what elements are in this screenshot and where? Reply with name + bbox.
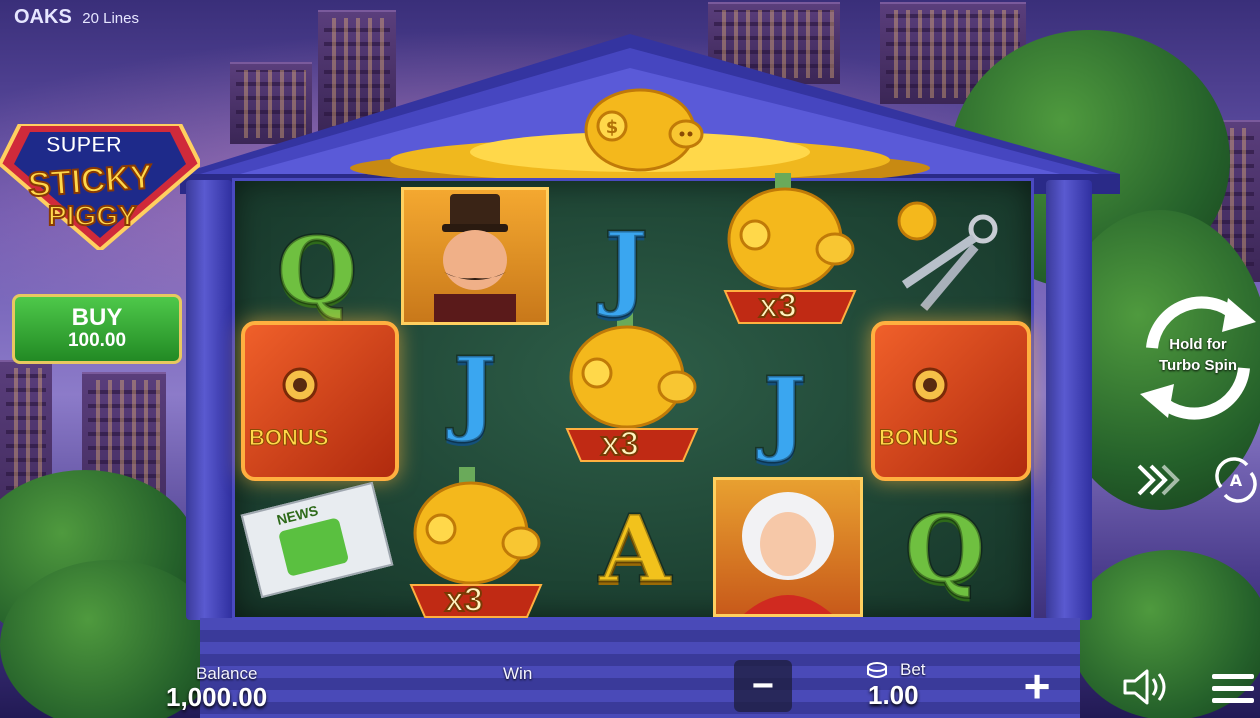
autoplay-button[interactable]: A	[1212, 456, 1260, 504]
decrease-bet-button[interactable]: −	[734, 660, 792, 712]
game-logo: SUPER STICKY PIGGY	[0, 122, 203, 253]
win-label: Win	[503, 664, 533, 683]
safe-dial-icon	[282, 367, 318, 403]
balance-label: Balance	[196, 664, 258, 683]
multiplier-label: x3	[600, 424, 640, 464]
hamburger-menu-icon	[1212, 674, 1254, 703]
symbol-letter: Q	[275, 217, 358, 325]
temple-column	[1046, 180, 1092, 620]
plus-icon: +	[1023, 660, 1051, 712]
game-stage: $ Q BONUS NEWS J x3 x3 A x3 J BONUS Q J …	[0, 0, 1260, 718]
bonus-safe-symbol: BONUS	[241, 321, 399, 481]
sound-button[interactable]	[1120, 664, 1172, 710]
increase-bet-button[interactable]: +	[1012, 660, 1062, 712]
brand-name: OAKS	[14, 6, 72, 28]
autoplay-icon: A	[1215, 457, 1257, 503]
piggy-x3-symbol: x3	[715, 173, 857, 333]
keys-symbol	[875, 193, 1023, 313]
blonde-lady-symbol	[713, 477, 863, 617]
symbol-q: Q	[871, 479, 1019, 619]
symbol-j: J	[401, 321, 549, 461]
symbol-letter: Q	[903, 495, 986, 603]
bonus-label: BONUS	[248, 425, 329, 451]
bet-label: Bet	[900, 660, 926, 679]
minus-icon: −	[751, 665, 775, 707]
menu-button[interactable]	[1206, 664, 1260, 712]
buy-label: BUY	[71, 304, 123, 331]
speaker-icon	[1123, 669, 1166, 705]
newspaper-piggy-image	[277, 517, 350, 577]
spin-hint-line-1: Hold for	[1169, 336, 1227, 353]
bonus-safe-symbol: BONUS	[871, 321, 1031, 481]
coin-stack-icon	[867, 662, 887, 678]
svg-text:A: A	[1230, 471, 1243, 490]
logo-line-3: PIGGY	[47, 199, 138, 232]
piggy-x3-symbol: x3	[401, 467, 543, 627]
buy-feature-button[interactable]: BUY 100.00	[12, 294, 182, 364]
logo-line-1: SUPER	[46, 132, 123, 158]
spin-hint: Hold for Turbo Spin	[1136, 334, 1260, 376]
bet-section: Bet 1.00	[864, 660, 954, 714]
fast-forward-button[interactable]	[1132, 460, 1184, 500]
tycoon-symbol	[401, 187, 549, 325]
safe-dial-icon	[912, 367, 948, 403]
symbol-j: J	[711, 341, 859, 481]
bet-value: 1.00	[868, 680, 919, 710]
newspaper-symbol: NEWS	[240, 481, 394, 599]
svg-text:$: $	[606, 117, 619, 138]
bonus-label: BONUS	[878, 425, 959, 451]
spin-button[interactable]: Hold for Turbo Spin	[1136, 292, 1260, 424]
symbol-a: A	[561, 479, 709, 619]
multiplier-label: x3	[444, 580, 484, 620]
fast-forward-icon	[1137, 464, 1180, 496]
symbol-letter: J	[603, 212, 649, 320]
spin-hint-line-2: Turbo Spin	[1158, 357, 1238, 374]
buy-price: 100.00	[67, 330, 127, 351]
game-header: OAKS 20 Lines	[14, 6, 139, 29]
multiplier-label: x3	[758, 286, 798, 326]
lines-count: 20 Lines	[82, 10, 139, 27]
balance-value: 1,000.00	[166, 682, 268, 712]
symbol-j: J	[552, 196, 700, 336]
symbol-letter: J	[452, 337, 498, 445]
top-piggy-bank: $	[584, 88, 704, 172]
symbol-letter: J	[762, 357, 808, 465]
symbol-letter: A	[598, 495, 672, 603]
symbol-q: Q	[243, 201, 391, 341]
